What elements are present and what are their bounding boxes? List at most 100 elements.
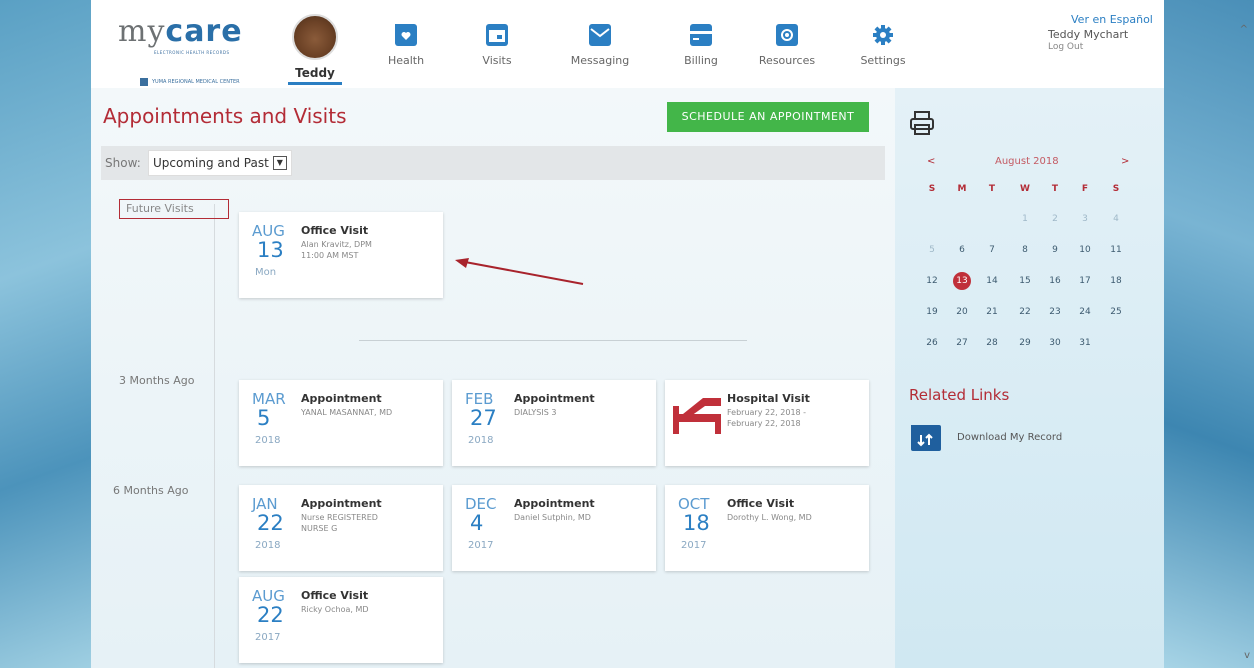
nav-label: Visits — [482, 54, 512, 67]
calendar-day[interactable]: 20 — [953, 307, 971, 317]
visit-card[interactable]: JAN 22 2018 Appointment Nurse REGISTERED… — [239, 485, 443, 571]
visit-provider: Alan Kravitz, DPM — [301, 240, 372, 249]
calendar-day[interactable]: 27 — [953, 338, 971, 348]
nav-resources[interactable]: Resources — [752, 14, 822, 67]
visit-date-range-start: February 22, 2018 - — [727, 408, 807, 417]
calendar-day[interactable]: 24 — [1076, 307, 1094, 317]
folder-heart-icon — [395, 24, 417, 46]
visit-title: Appointment — [514, 392, 595, 405]
calendar-day[interactable]: 18 — [1107, 276, 1125, 286]
top-header: mycare ELECTRONIC HEALTH RECORDS YUMA RE… — [91, 0, 1164, 88]
visit-provider: Daniel Sutphin, MD — [514, 513, 591, 522]
calendar-day[interactable]: 22 — [1016, 307, 1034, 317]
visit-day: 27 — [470, 406, 497, 430]
mycare-logo[interactable]: mycare ELECTRONIC HEALTH RECORDS YUMA RE… — [118, 14, 243, 86]
calendar-day[interactable]: 31 — [1076, 338, 1094, 348]
filter-dropdown[interactable]: Upcoming and Past ▼ — [148, 150, 292, 176]
visit-date-range-end: February 22, 2018 — [727, 419, 801, 428]
visit-card[interactable]: OCT 18 2017 Office Visit Dorothy L. Wong… — [665, 485, 869, 571]
calendar-day[interactable]: 17 — [1076, 276, 1094, 286]
calendar-prev-button[interactable]: < — [927, 156, 935, 167]
scrollbar-down-arrow[interactable]: v — [1244, 650, 1250, 661]
calendar-day[interactable]: 26 — [923, 338, 941, 348]
nav-teddy[interactable]: Teddy — [280, 14, 350, 85]
nav-billing[interactable]: Billing — [666, 14, 736, 67]
calendar-day[interactable]: 5 — [923, 245, 941, 255]
calendar-day[interactable]: 28 — [983, 338, 1001, 348]
nav-health[interactable]: Health — [371, 14, 441, 67]
visit-provider: YANAL MASANNAT, MD — [301, 408, 393, 417]
calendar-day[interactable]: 15 — [1016, 276, 1034, 286]
calendar-day[interactable]: 14 — [983, 276, 1001, 286]
teddy-avatar — [292, 14, 338, 60]
scrollbar-up-arrow[interactable]: ^ — [1240, 24, 1248, 35]
nav-visits[interactable]: Visits — [462, 14, 532, 67]
nav-label: Messaging — [570, 54, 630, 67]
background-right — [1164, 0, 1254, 668]
visit-card[interactable]: AUG 13 Mon Office Visit Alan Kravitz, DP… — [239, 212, 443, 298]
visit-day: 18 — [683, 511, 710, 535]
timeline-line — [214, 204, 215, 668]
hospital-visit-card[interactable]: Hospital Visit February 22, 2018 - Febru… — [665, 380, 869, 466]
page-title: Appointments and Visits — [103, 104, 347, 128]
calendar-day[interactable]: 16 — [1046, 276, 1064, 286]
visit-title: Hospital Visit — [727, 392, 810, 405]
visit-card[interactable]: AUG 22 2017 Office Visit Ricky Ochoa, MD — [239, 577, 443, 663]
calendar-weekday: T — [988, 184, 996, 194]
hospital-mark-icon — [140, 78, 148, 86]
visit-day: 5 — [257, 406, 271, 430]
user-name: Teddy Mychart — [1048, 28, 1129, 41]
visit-year: 2018 — [255, 435, 281, 446]
hospital-bed-icon — [673, 398, 721, 434]
calendar-month-title: August 2018 — [995, 156, 1059, 167]
calendar-day[interactable]: 11 — [1107, 245, 1125, 255]
calendar-day[interactable]: 6 — [953, 245, 971, 255]
calendar-weekday: M — [957, 184, 967, 194]
visit-card[interactable]: MAR 5 2018 Appointment YANAL MASANNAT, M… — [239, 380, 443, 466]
visit-weekday: Mon — [255, 267, 277, 278]
visit-card[interactable]: FEB 27 2018 Appointment DIALYSIS 3 — [452, 380, 656, 466]
visit-title: Office Visit — [301, 224, 369, 237]
background-left — [0, 0, 91, 668]
calendar-day[interactable]: 4 — [1107, 214, 1125, 224]
schedule-appointment-button[interactable]: SCHEDULE AN APPOINTMENT — [667, 102, 869, 132]
logout-link[interactable]: Log Out — [1048, 42, 1083, 52]
calendar-day[interactable]: 9 — [1046, 245, 1064, 255]
visit-card[interactable]: DEC 4 2017 Appointment Daniel Sutphin, M… — [452, 485, 656, 571]
calendar-weekday: W — [1020, 184, 1030, 194]
visit-day: 13 — [257, 238, 284, 262]
calendar-day[interactable]: 12 — [923, 276, 941, 286]
future-visits-highlight: Future Visits — [119, 199, 229, 219]
calendar-day[interactable]: 23 — [1046, 307, 1064, 317]
download-record-link[interactable]: Download My Record — [957, 432, 1062, 443]
calendar-day[interactable]: 7 — [983, 245, 1001, 255]
calendar-day[interactable]: 2 — [1046, 214, 1064, 224]
calendar-icon — [486, 24, 508, 46]
calendar-day[interactable]: 8 — [1016, 245, 1034, 255]
calendar-day[interactable]: 1 — [1016, 214, 1034, 224]
nav-label: Settings — [860, 54, 906, 67]
calendar-day[interactable]: 19 — [923, 307, 941, 317]
calendar-day[interactable]: 25 — [1107, 307, 1125, 317]
visit-year: 2017 — [255, 632, 281, 643]
hospital-logo: YUMA REGIONAL MEDICAL CENTER — [140, 78, 240, 86]
calendar-day[interactable]: 21 — [983, 307, 1001, 317]
print-icon[interactable] — [909, 110, 935, 136]
calendar-day[interactable]: 30 — [1046, 338, 1064, 348]
visit-title: Appointment — [301, 497, 382, 510]
filter-bar: Show: Upcoming and Past ▼ — [101, 146, 885, 180]
calendar-day[interactable]: 13 — [953, 272, 971, 290]
calendar-day[interactable]: 29 — [1016, 338, 1034, 348]
language-link[interactable]: Ver en Español — [1071, 13, 1153, 26]
nav-label: Billing — [684, 54, 718, 67]
nav-messaging[interactable]: Messaging — [565, 14, 635, 67]
nav-settings[interactable]: Settings — [848, 14, 918, 67]
visit-title: Office Visit — [301, 589, 369, 602]
calendar-day[interactable]: 3 — [1076, 214, 1094, 224]
calendar-next-button[interactable]: > — [1121, 156, 1129, 167]
download-record-icon[interactable] — [911, 425, 941, 451]
visit-provider-line2: NURSE G — [301, 524, 338, 533]
calendar-day[interactable]: 10 — [1076, 245, 1094, 255]
filter-value: Upcoming and Past — [153, 156, 269, 170]
calendar-weekday: S — [928, 184, 936, 194]
